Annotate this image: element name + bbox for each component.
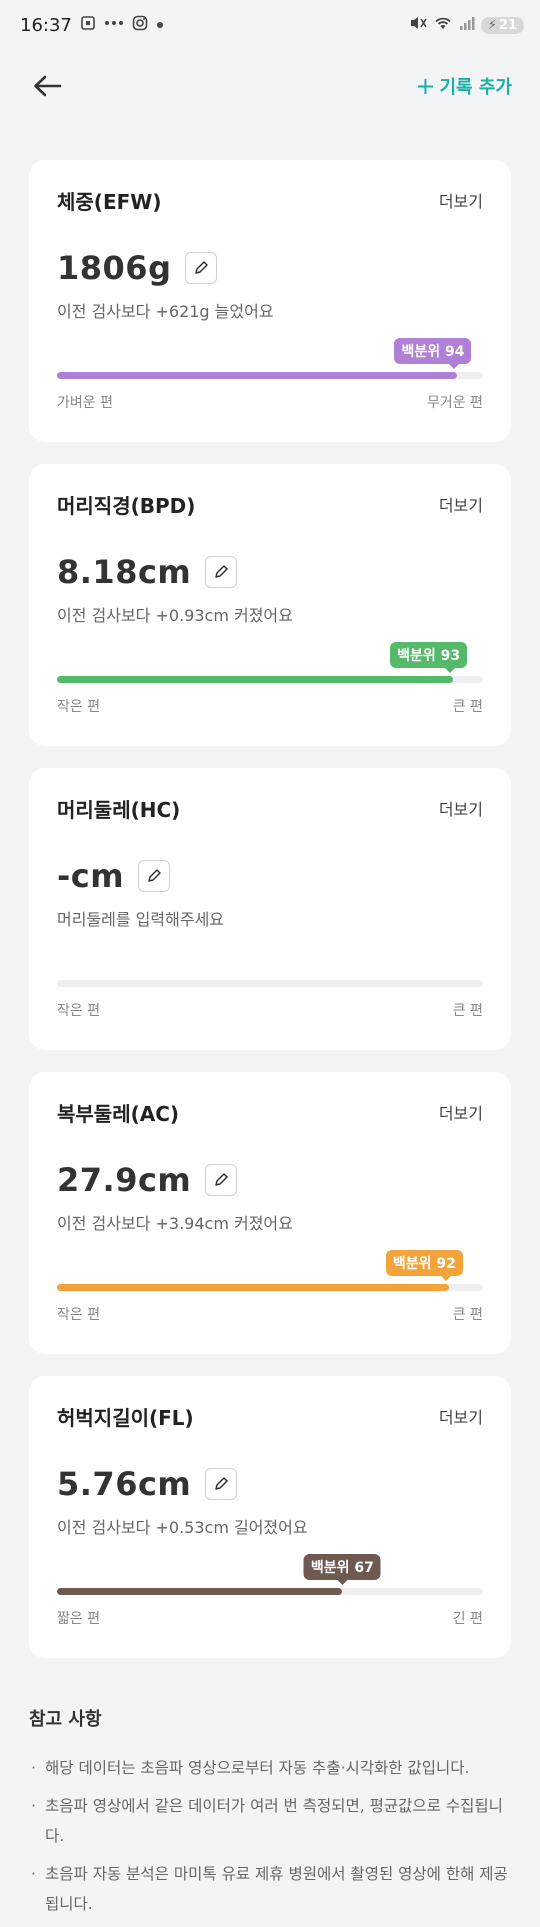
app-bar: + 기록 추가 bbox=[0, 50, 540, 122]
edit-button[interactable] bbox=[205, 556, 238, 588]
measurement-description: 이전 검사보다 +0.53cm 길어졌어요 bbox=[57, 1518, 308, 1537]
scale-labels: 작은 편 큰 편 bbox=[57, 1000, 483, 1020]
scale-high-label: 무거운 편 bbox=[427, 395, 483, 411]
edit-button[interactable] bbox=[205, 1468, 238, 1500]
more-link[interactable]: 더보기 bbox=[439, 1404, 483, 1428]
screenshot-icon bbox=[80, 15, 96, 35]
card-bpd: 머리직경(BPD) 더보기 8.18cm 이전 검사보다 +0.93cm 커졌어… bbox=[29, 464, 511, 746]
edit-button[interactable] bbox=[205, 1164, 238, 1196]
percentile-fill bbox=[57, 372, 458, 379]
pencil-icon bbox=[215, 1173, 229, 1186]
card-hc: 머리둘레(HC) 더보기 -cm 머리둘레를 입력해주세요 작은 편 큰 편 bbox=[29, 768, 511, 1050]
card-title: 복부둘레(AC) bbox=[57, 1101, 180, 1126]
signal-icon bbox=[459, 15, 475, 35]
measurement-description: 이전 검사보다 +3.94cm 커졌어요 bbox=[57, 1214, 293, 1233]
scale-low-label: 짧은 편 bbox=[57, 1611, 101, 1627]
notes-title: 참고 사항 bbox=[29, 1709, 102, 1730]
scale-labels: 짧은 편 긴 편 bbox=[57, 1608, 483, 1628]
more-link[interactable]: 더보기 bbox=[439, 796, 483, 820]
more-link[interactable]: 더보기 bbox=[439, 188, 483, 212]
value-row: 1806g bbox=[57, 248, 483, 288]
edit-button[interactable] bbox=[185, 252, 218, 284]
link-icon bbox=[104, 16, 124, 34]
notes-section: 참고 사항 해당 데이터는 초음파 영상으로부터 자동 추출·시각화한 값입니다… bbox=[29, 1705, 519, 1927]
charging-icon: ⚡ bbox=[487, 17, 497, 33]
measurement-description: 이전 검사보다 +621g 늘었어요 bbox=[57, 302, 274, 321]
measurement-value: 5.76cm bbox=[57, 1465, 192, 1503]
card-title: 체중(EFW) bbox=[57, 189, 162, 214]
measurement-cards: 체중(EFW) 더보기 1806g 이전 검사보다 +621g 늘었어요 백분위… bbox=[29, 160, 511, 1680]
note-item: 초음파 영상에서 같은 데이터가 여러 번 측정되면, 평균값으로 수집됩니다. bbox=[29, 1791, 519, 1851]
value-row: 27.9cm bbox=[57, 1160, 483, 1200]
card-title: 허벅지길이(FL) bbox=[57, 1405, 194, 1430]
scale-high-label: 긴 편 bbox=[452, 1611, 483, 1627]
card-header: 머리둘레(HC) 더보기 bbox=[57, 796, 483, 822]
battery-indicator: ⚡ 21 bbox=[480, 16, 524, 34]
status-left: 16:37 bbox=[20, 15, 164, 36]
more-link[interactable]: 더보기 bbox=[439, 1100, 483, 1124]
measurement-description: 머리둘레를 입력해주세요 bbox=[57, 910, 225, 929]
percentile-fill bbox=[57, 1588, 343, 1595]
percentile-track: 백분위 67 bbox=[57, 1554, 483, 1595]
percentile-badge: 백분위 67 bbox=[303, 1554, 381, 1585]
value-row: 8.18cm bbox=[57, 552, 483, 592]
measurement-value: 8.18cm bbox=[57, 553, 192, 591]
note-item: 해당 데이터는 초음파 영상으로부터 자동 추출·시각화한 값입니다. bbox=[29, 1753, 519, 1783]
pencil-icon bbox=[215, 565, 229, 578]
instagram-icon bbox=[132, 15, 148, 35]
mute-icon bbox=[409, 15, 427, 35]
scale-low-label: 작은 편 bbox=[57, 699, 101, 715]
percentile-badge: 백분위 93 bbox=[390, 642, 468, 673]
value-row: -cm bbox=[57, 856, 483, 896]
card-title: 머리둘레(HC) bbox=[57, 797, 181, 822]
percentile-fill bbox=[57, 1284, 449, 1291]
more-link[interactable]: 더보기 bbox=[439, 492, 483, 516]
percentile-fill bbox=[57, 676, 454, 683]
add-record-label: 기록 추가 bbox=[439, 77, 512, 98]
card-fl: 허벅지길이(FL) 더보기 5.76cm 이전 검사보다 +0.53cm 길어졌… bbox=[29, 1376, 511, 1658]
card-header: 머리직경(BPD) 더보기 bbox=[57, 492, 483, 518]
measurement-description: 이전 검사보다 +0.93cm 커졌어요 bbox=[57, 606, 293, 625]
dot-icon bbox=[156, 18, 164, 33]
percentile-badge: 백분위 94 bbox=[394, 338, 472, 369]
back-button[interactable] bbox=[30, 69, 64, 103]
status-bar: 16:37 ⚡ 21 bbox=[0, 0, 540, 50]
plus-icon: + bbox=[415, 72, 436, 100]
scale-high-label: 큰 편 bbox=[452, 1003, 483, 1019]
measurement-value: -cm bbox=[57, 857, 125, 895]
pencil-icon bbox=[195, 261, 209, 274]
pencil-icon bbox=[148, 869, 161, 882]
edit-button[interactable] bbox=[138, 860, 171, 892]
percentile-badge: 백분위 92 bbox=[385, 1250, 463, 1281]
scale-low-label: 작은 편 bbox=[57, 1307, 101, 1323]
add-record-button[interactable]: + 기록 추가 bbox=[415, 73, 512, 99]
percentile-track: 백분위 92 bbox=[57, 1250, 483, 1291]
wifi-icon bbox=[433, 15, 453, 35]
note-item: 초음파 자동 분석은 마미톡 유료 제휴 병원에서 촬영된 영상에 한해 제공됩… bbox=[29, 1859, 519, 1919]
scale-labels: 작은 편 큰 편 bbox=[57, 696, 483, 716]
percentile-track: 백분위 93 bbox=[57, 642, 483, 683]
card-title: 머리직경(BPD) bbox=[57, 493, 196, 518]
scale-labels: 가벼운 편 무거운 편 bbox=[57, 392, 483, 412]
value-row: 5.76cm bbox=[57, 1464, 483, 1504]
status-right: ⚡ 21 bbox=[409, 15, 524, 35]
percentile-track bbox=[57, 980, 483, 987]
scale-low-label: 가벼운 편 bbox=[57, 395, 113, 411]
measurement-value: 1806g bbox=[57, 249, 172, 287]
card-efw: 체중(EFW) 더보기 1806g 이전 검사보다 +621g 늘었어요 백분위… bbox=[29, 160, 511, 442]
battery-level: 21 bbox=[498, 17, 517, 33]
pencil-icon bbox=[215, 1477, 229, 1490]
status-time: 16:37 bbox=[20, 14, 72, 36]
scale-high-label: 큰 편 bbox=[452, 1307, 483, 1323]
arrow-left-icon bbox=[34, 75, 62, 97]
measurement-value: 27.9cm bbox=[57, 1161, 192, 1199]
scale-low-label: 작은 편 bbox=[57, 1003, 101, 1019]
scale-labels: 작은 편 큰 편 bbox=[57, 1304, 483, 1324]
scale-high-label: 큰 편 bbox=[452, 699, 483, 715]
card-header: 체중(EFW) 더보기 bbox=[57, 188, 483, 214]
card-header: 복부둘레(AC) 더보기 bbox=[57, 1100, 483, 1126]
card-ac: 복부둘레(AC) 더보기 27.9cm 이전 검사보다 +3.94cm 커졌어요… bbox=[29, 1072, 511, 1354]
percentile-track: 백분위 94 bbox=[57, 338, 483, 379]
card-header: 허벅지길이(FL) 더보기 bbox=[57, 1404, 483, 1430]
